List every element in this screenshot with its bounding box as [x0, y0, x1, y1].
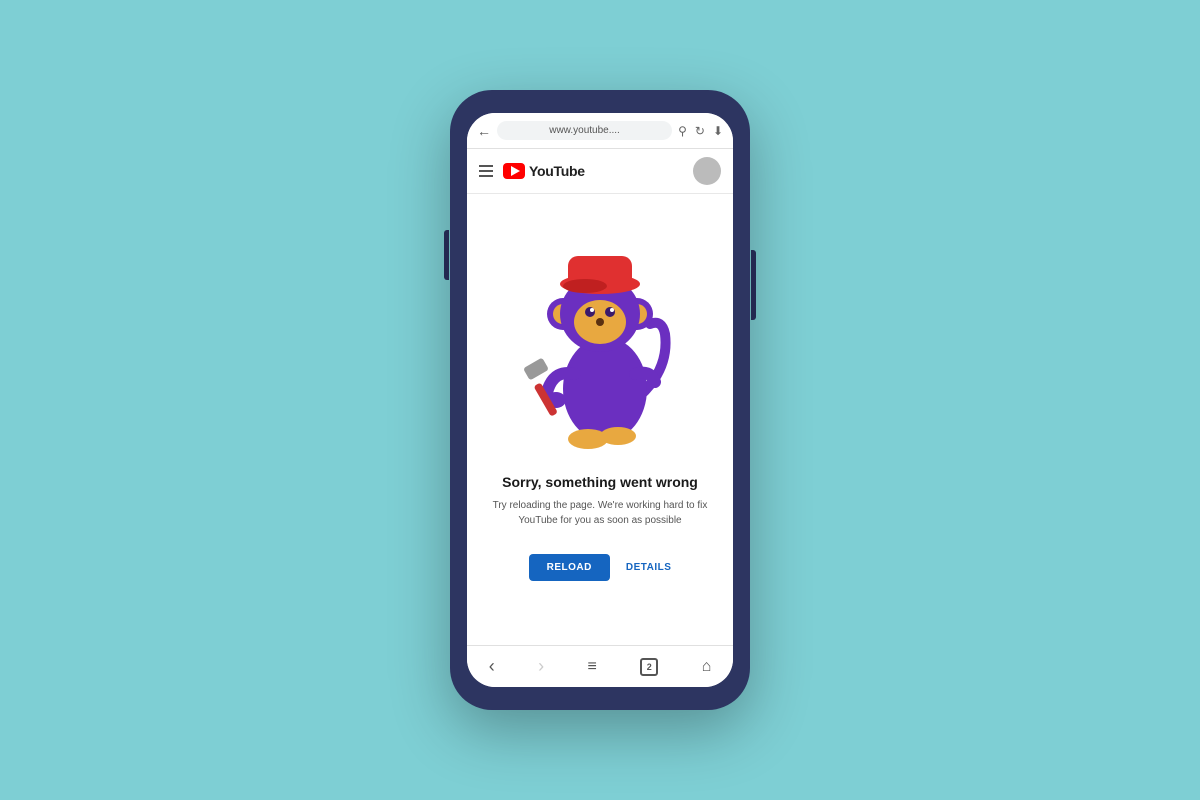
browser-back-button[interactable]: ←: [477, 123, 491, 139]
youtube-header-left: YouTube: [479, 163, 585, 179]
error-section: Sorry, something went wrong Try reloadin…: [467, 474, 733, 544]
hamburger-line: [479, 165, 493, 167]
browser-bottom-nav: ‹ › ≡ 2 ⌂: [467, 645, 733, 687]
nav-menu-button[interactable]: ≡: [587, 658, 596, 676]
hamburger-menu-icon[interactable]: [479, 165, 493, 177]
phone-device: ← www.youtube.... ⚲ ↻ ⬇: [450, 90, 750, 710]
nav-back-button[interactable]: ‹: [489, 656, 495, 677]
details-button[interactable]: DETAILS: [626, 562, 672, 573]
nav-forward-button[interactable]: ›: [538, 656, 544, 677]
youtube-logo[interactable]: YouTube: [503, 163, 585, 179]
tab-count-text: 2: [647, 662, 652, 672]
nav-home-button[interactable]: ⌂: [702, 658, 712, 676]
youtube-header: YouTube: [467, 149, 733, 194]
browser-action-icons: ⚲ ↻ ⬇: [678, 124, 723, 138]
monkey-illustration-container: [467, 194, 733, 474]
reload-button[interactable]: RELOAD: [529, 554, 610, 581]
url-text: www.youtube....: [549, 125, 620, 136]
youtube-logo-text: YouTube: [529, 163, 585, 179]
nav-tab-count[interactable]: 2: [640, 658, 658, 676]
main-content: Sorry, something went wrong Try reloadin…: [467, 194, 733, 645]
user-avatar[interactable]: [693, 157, 721, 185]
search-icon[interactable]: ⚲: [678, 124, 687, 138]
hamburger-line: [479, 170, 493, 172]
error-title: Sorry, something went wrong: [487, 474, 713, 490]
download-icon[interactable]: ⬇: [713, 124, 723, 138]
browser-bar: ← www.youtube.... ⚲ ↻ ⬇: [467, 113, 733, 149]
refresh-icon[interactable]: ↻: [695, 124, 705, 138]
hamburger-line: [479, 175, 493, 177]
browser-url-bar[interactable]: www.youtube....: [497, 121, 672, 140]
action-buttons: RELOAD DETAILS: [509, 544, 692, 591]
play-triangle: [511, 166, 520, 176]
error-subtitle: Try reloading the page. We're working ha…: [487, 498, 713, 528]
monkey-illustration: [500, 204, 700, 464]
phone-screen: ← www.youtube.... ⚲ ↻ ⬇: [467, 113, 733, 687]
youtube-play-icon: [503, 163, 525, 179]
